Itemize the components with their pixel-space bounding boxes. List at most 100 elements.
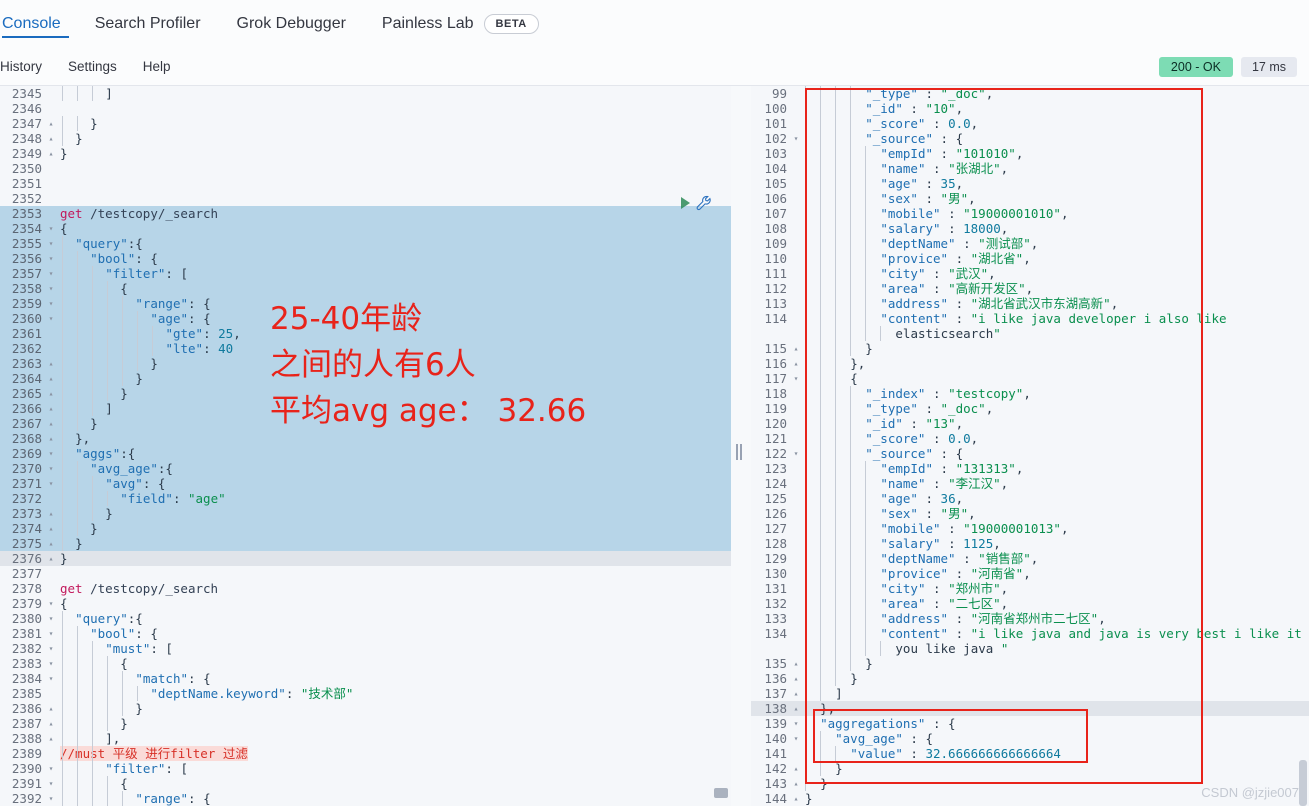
code-line[interactable]: 102▾ "_source" : { <box>751 131 1309 146</box>
code-line[interactable]: 131 "city" : "郑州市", <box>751 581 1309 596</box>
fold-toggle-icon[interactable]: ▾ <box>46 461 56 476</box>
code-line[interactable]: 2347▴ } <box>0 116 731 131</box>
code-line[interactable]: 2383▾ { <box>0 656 731 671</box>
code-line[interactable]: 110 "provice" : "湖北省", <box>751 251 1309 266</box>
fold-toggle-icon[interactable]: ▴ <box>46 116 56 131</box>
code-line[interactable]: 2361 "gte": 25, <box>0 326 731 341</box>
request-editor[interactable]: 2345 ]2346 2347▴ }2348▴ }2349▴}2350 2351… <box>0 86 731 806</box>
fold-toggle-icon[interactable]: ▾ <box>46 446 56 461</box>
fold-toggle-icon[interactable]: ▾ <box>46 281 56 296</box>
code-line[interactable]: 2384▾ "match": { <box>0 671 731 686</box>
fold-toggle-icon[interactable]: ▴ <box>46 146 56 161</box>
fold-toggle-icon[interactable]: ▾ <box>46 656 56 671</box>
code-line[interactable]: 118 "_index" : "testcopy", <box>751 386 1309 401</box>
fold-toggle-icon[interactable] <box>791 476 801 491</box>
code-line[interactable]: 142▴ } <box>751 761 1309 776</box>
code-line[interactable]: 100 "_id" : "10", <box>751 101 1309 116</box>
code-line[interactable]: 2382▾ "must": [ <box>0 641 731 656</box>
fold-toggle-icon[interactable] <box>791 596 801 611</box>
code-line[interactable]: 2357▾ "filter": [ <box>0 266 731 281</box>
fold-toggle-icon[interactable] <box>46 581 56 596</box>
code-line[interactable]: 2350 <box>0 161 731 176</box>
fold-toggle-icon[interactable] <box>791 461 801 476</box>
code-line[interactable]: 122▾ "_source" : { <box>751 446 1309 461</box>
fold-toggle-icon[interactable] <box>791 491 801 506</box>
fold-toggle-icon[interactable] <box>791 611 801 626</box>
fold-toggle-icon[interactable]: ▴ <box>46 416 56 431</box>
code-line[interactable]: 129 "deptName" : "销售部", <box>751 551 1309 566</box>
code-line[interactable]: 121 "_score" : 0.0, <box>751 431 1309 446</box>
fold-toggle-icon[interactable]: ▴ <box>46 731 56 746</box>
fold-toggle-icon[interactable]: ▴ <box>791 761 801 776</box>
fold-toggle-icon[interactable]: ▾ <box>46 626 56 641</box>
fold-toggle-icon[interactable]: ▴ <box>46 701 56 716</box>
pane-splitter[interactable] <box>731 86 751 806</box>
fold-toggle-icon[interactable] <box>791 161 801 176</box>
fold-toggle-icon[interactable]: ▴ <box>46 506 56 521</box>
fold-toggle-icon[interactable]: ▾ <box>791 371 801 386</box>
code-line[interactable]: 2363▴ } <box>0 356 731 371</box>
fold-toggle-icon[interactable]: ▴ <box>791 656 801 671</box>
fold-toggle-icon[interactable] <box>791 326 801 341</box>
fold-toggle-icon[interactable] <box>791 86 801 101</box>
code-line[interactable]: 115▴ } <box>751 341 1309 356</box>
code-line[interactable]: 133 "address" : "河南省郑州市二七区", <box>751 611 1309 626</box>
code-line[interactable]: 2373▴ } <box>0 506 731 521</box>
fold-toggle-icon[interactable]: ▴ <box>791 701 801 716</box>
fold-toggle-icon[interactable] <box>791 116 801 131</box>
fold-toggle-icon[interactable] <box>46 566 56 581</box>
fold-toggle-icon[interactable]: ▾ <box>46 641 56 656</box>
code-line[interactable]: 106 "sex" : "男", <box>751 191 1309 206</box>
code-line[interactable]: 139▾ "aggregations" : { <box>751 716 1309 731</box>
code-line[interactable]: 2359▾ "range": { <box>0 296 731 311</box>
fold-toggle-icon[interactable]: ▴ <box>791 671 801 686</box>
fold-toggle-icon[interactable] <box>791 431 801 446</box>
code-line[interactable]: 105 "age" : 35, <box>751 176 1309 191</box>
code-line[interactable]: 2372 "field": "age" <box>0 491 731 506</box>
code-line[interactable]: 137▴ ] <box>751 686 1309 701</box>
fold-toggle-icon[interactable]: ▾ <box>46 611 56 626</box>
code-line[interactable]: 2371▾ "avg": { <box>0 476 731 491</box>
code-line[interactable]: 2346 <box>0 101 731 116</box>
code-line[interactable]: 2377 <box>0 566 731 581</box>
tab-grok-debugger[interactable]: Grok Debugger <box>219 0 364 47</box>
tab-search-profiler[interactable]: Search Profiler <box>77 0 219 47</box>
code-line[interactable]: 107 "mobile" : "19000001010", <box>751 206 1309 221</box>
code-line[interactable]: 2370▾ "avg_age":{ <box>0 461 731 476</box>
subnav-history[interactable]: History <box>0 59 55 74</box>
fold-toggle-icon[interactable] <box>46 86 56 101</box>
code-line[interactable]: 2374▴ } <box>0 521 731 536</box>
code-line[interactable]: 2369▾ "aggs":{ <box>0 446 731 461</box>
code-line[interactable]: 141 "value" : 32.666666666666664 <box>751 746 1309 761</box>
fold-toggle-icon[interactable]: ▾ <box>46 596 56 611</box>
code-line[interactable]: 2364▴ } <box>0 371 731 386</box>
code-line[interactable]: 117▾ { <box>751 371 1309 386</box>
code-line[interactable]: 136▴ } <box>751 671 1309 686</box>
fold-toggle-icon[interactable]: ▾ <box>46 671 56 686</box>
fold-toggle-icon[interactable] <box>791 581 801 596</box>
code-line[interactable]: 126 "sex" : "男", <box>751 506 1309 521</box>
code-line[interactable]: 135▴ } <box>751 656 1309 671</box>
code-line[interactable]: 140▾ "avg_age" : { <box>751 731 1309 746</box>
editor-action-icons[interactable] <box>681 194 725 212</box>
code-line[interactable]: 2352 <box>0 191 731 206</box>
code-line[interactable]: 130 "provice" : "河南省", <box>751 566 1309 581</box>
code-line[interactable]: 2376▴} <box>0 551 731 566</box>
code-line[interactable]: 134 "content" : "i like java and java is… <box>751 626 1309 641</box>
fold-toggle-icon[interactable] <box>791 251 801 266</box>
fold-toggle-icon[interactable]: ▴ <box>46 371 56 386</box>
code-line[interactable]: 113 "address" : "湖北省武汉市东湖高新", <box>751 296 1309 311</box>
fold-toggle-icon[interactable] <box>46 206 56 221</box>
code-line[interactable]: 2356▾ "bool": { <box>0 251 731 266</box>
code-line[interactable]: 2349▴} <box>0 146 731 161</box>
code-line[interactable]: 109 "deptName" : "测试部", <box>751 236 1309 251</box>
code-line[interactable]: 125 "age" : 36, <box>751 491 1309 506</box>
fold-toggle-icon[interactable] <box>791 386 801 401</box>
fold-toggle-icon[interactable] <box>791 296 801 311</box>
fold-toggle-icon[interactable] <box>46 326 56 341</box>
fold-toggle-icon[interactable]: ▾ <box>791 716 801 731</box>
code-line[interactable]: 2345 ] <box>0 86 731 101</box>
splitter-grip-icon[interactable] <box>736 443 744 461</box>
wrench-icon[interactable] <box>696 195 712 211</box>
fold-toggle-icon[interactable]: ▴ <box>791 791 801 806</box>
